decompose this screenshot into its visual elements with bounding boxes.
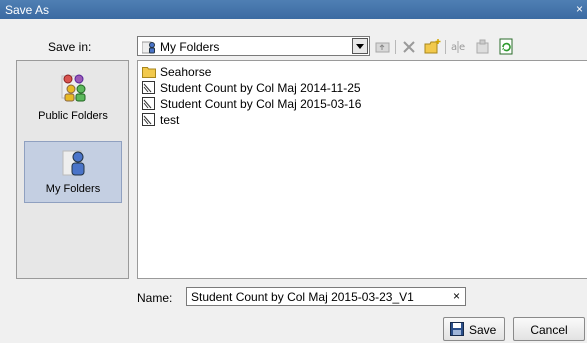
toolbar-separator [395,40,396,54]
cancel-button-label: Cancel [530,323,568,337]
file-list[interactable]: Seahorse Student Count by Col Maj 2014-1… [137,60,587,279]
save-as-dialog: Save As × Save in: My Folders ae Public … [0,0,587,343]
file-name-input[interactable] [186,287,466,306]
properties-icon[interactable] [474,38,492,56]
toolbar-separator [445,40,446,54]
place-public-folders[interactable]: Public Folders [24,67,122,129]
chevron-down-icon[interactable] [352,38,368,54]
file-name: Seahorse [160,65,212,79]
file-name: Student Count by Col Maj 2015-03-16 [160,97,362,111]
clear-icon[interactable]: × [453,289,460,303]
save-in-dropdown[interactable]: My Folders [137,36,370,56]
place-label: Public Folders [38,110,108,122]
delete-icon[interactable] [400,38,418,56]
title-bar[interactable]: Save As × [0,0,587,19]
new-folder-icon[interactable] [424,38,442,56]
floppy-disk-icon [450,322,464,339]
save-in-value: My Folders [160,40,220,54]
report-icon [142,97,155,113]
place-label: My Folders [45,183,101,195]
rename-icon[interactable]: ae [450,38,468,56]
places-panel: Public Folders My Folders [16,60,129,279]
save-in-label: Save in: [48,40,92,54]
svg-text:a: a [451,42,457,53]
place-my-folders[interactable]: My Folders [24,141,122,203]
folder-icon [142,65,156,81]
save-button-label: Save [469,323,497,337]
close-icon[interactable]: × [576,2,583,16]
cancel-button[interactable]: Cancel [513,317,585,341]
public-folders-icon [61,73,87,106]
refresh-icon[interactable] [498,38,516,56]
svg-text:e: e [459,42,465,53]
my-folders-icon [141,40,156,57]
save-button[interactable]: Save [443,317,505,341]
up-one-level-icon[interactable] [374,38,392,56]
window-title: Save As [5,3,50,17]
name-label: Name: [137,291,173,305]
file-name: test [160,113,180,127]
file-name: Student Count by Col Maj 2014-11-25 [160,81,361,95]
my-folders-icon [62,148,88,181]
report-icon [142,113,155,129]
report-icon [142,81,155,97]
